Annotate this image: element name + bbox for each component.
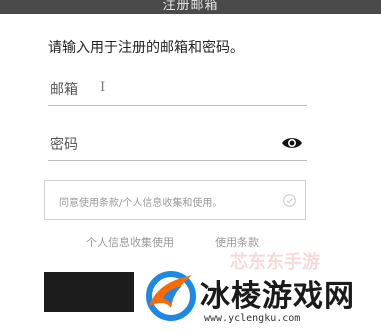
consent-text: 同意使用条款/个人信息收集和使用。 <box>59 198 223 209</box>
text-cursor-icon: I <box>100 80 106 95</box>
header-bar: 注册邮箱 <box>0 0 381 14</box>
password-field[interactable]: 密码 <box>48 130 307 161</box>
watermark-brand: 冰棱游戏网 <box>200 279 355 314</box>
eye-icon[interactable] <box>281 135 303 151</box>
password-placeholder: 密码 <box>50 137 78 153</box>
email-placeholder: 邮箱 <box>50 82 78 98</box>
page-title: 注册邮箱 <box>162 0 219 13</box>
watermark-logo-icon <box>146 271 196 321</box>
watermark-url: www.yclengku.com <box>204 313 301 324</box>
watermark: 芯东东手游 冰棱游戏网 www.yclengku.com <box>142 248 381 331</box>
email-field[interactable]: 邮箱 I <box>48 75 307 106</box>
check-circle-icon[interactable] <box>283 194 296 207</box>
consent-checkbox[interactable]: 同意使用条款/个人信息收集和使用。 <box>44 180 306 220</box>
instruction-text: 请输入用于注册的邮箱和密码。 <box>48 40 244 56</box>
register-button[interactable] <box>44 272 134 312</box>
